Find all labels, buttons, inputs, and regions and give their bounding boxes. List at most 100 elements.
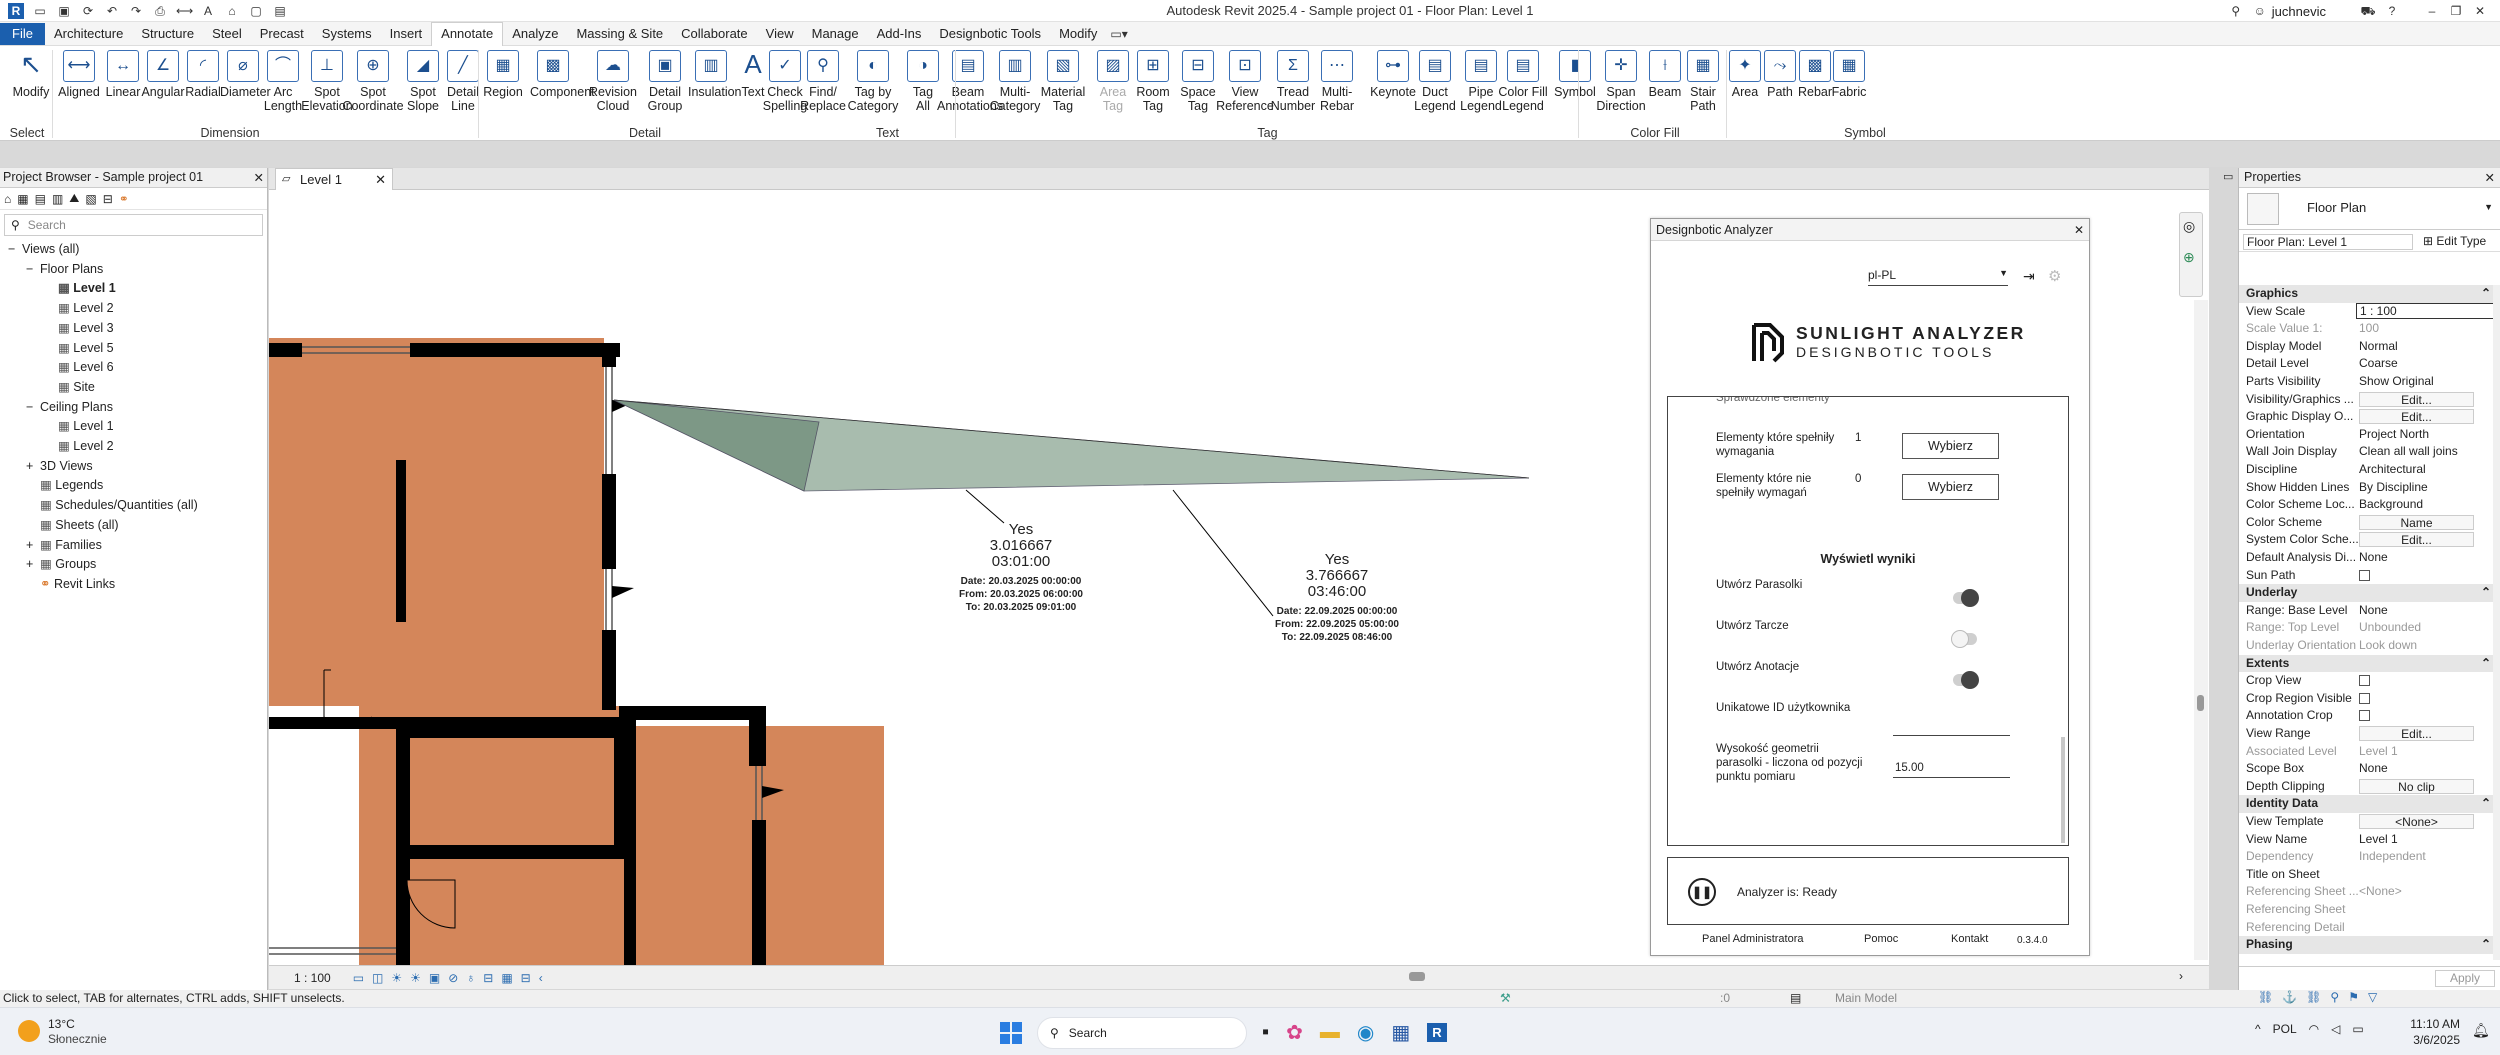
- sun-annotation-2[interactable]: Yes 3.766667 03:46:00 Date: 22.09.2025 0…: [1257, 552, 1417, 644]
- ribbon-insulation-button[interactable]: ▥ Insulation: [688, 50, 742, 99]
- ribbon-group-text[interactable]: Text: [820, 126, 955, 140]
- steering-wheel-icon[interactable]: ◎: [2183, 218, 2199, 235]
- prop-checkbox[interactable]: [2359, 710, 2370, 722]
- prop-group-graphics[interactable]: Graphics ⌃: [2239, 285, 2500, 303]
- menu-structure[interactable]: Structure: [132, 23, 203, 45]
- browser-link-icon[interactable]: ⚭: [119, 192, 129, 206]
- browser-item-sheets-all[interactable]: ▦ Sheets (all): [0, 516, 267, 536]
- prop-value[interactable]: None: [2356, 549, 2498, 566]
- select-meeting-button[interactable]: Wybierz: [1902, 433, 1999, 459]
- browser-search[interactable]: ⚲ Search: [4, 214, 263, 236]
- collapse-icon[interactable]: ⌃: [2481, 285, 2491, 302]
- prop-button[interactable]: Edit...: [2359, 532, 2474, 548]
- ribbon-group-detail[interactable]: Detail: [410, 126, 880, 140]
- menu-designbotic-tools[interactable]: Designbotic Tools: [930, 23, 1050, 45]
- prop-value[interactable]: None: [2356, 760, 2498, 777]
- apply-button[interactable]: Apply: [2435, 970, 2495, 987]
- browser-item-revit-links[interactable]: ⚭ Revit Links: [0, 575, 267, 595]
- ribbon-spot-coordinate-button[interactable]: ⊕ Spot Coordinate: [342, 50, 404, 113]
- type-selector[interactable]: Floor Plan ▼: [2239, 188, 2500, 230]
- battery-icon[interactable]: ▭: [2352, 1022, 2363, 1036]
- prop-value[interactable]: Level 1: [2356, 831, 2498, 848]
- notifications-icon[interactable]: 🔔︎: [2472, 1022, 2490, 1039]
- print-icon[interactable]: ⎙: [152, 3, 168, 19]
- expand-toggle-icon[interactable]: +: [26, 536, 40, 556]
- prop-button[interactable]: Edit...: [2359, 409, 2474, 425]
- browser-item-level-2[interactable]: ▦ Level 2: [0, 299, 267, 319]
- ribbon-group-dimension[interactable]: Dimension: [50, 126, 410, 140]
- open-icon[interactable]: ▭: [32, 3, 48, 19]
- browser-item-groups[interactable]: + ▦ Groups: [0, 555, 267, 575]
- prop-button[interactable]: Edit...: [2359, 726, 2474, 741]
- prop-checkbox[interactable]: [2359, 569, 2370, 581]
- prop-button[interactable]: Name: [2359, 514, 2474, 530]
- room-fill[interactable]: [269, 338, 604, 706]
- input-language[interactable]: POL: [2273, 1022, 2297, 1036]
- 3d-view-icon[interactable]: ⌂: [224, 3, 240, 19]
- minimize-icon[interactable]: –: [2424, 3, 2440, 19]
- contextual-tab-icon[interactable]: ▭▾: [1110, 26, 1127, 42]
- active-model[interactable]: Main Model: [1835, 991, 1897, 1005]
- ribbon-room-tag-button[interactable]: ⊞ Room Tag: [1130, 50, 1176, 113]
- measure-icon[interactable]: ⟷: [176, 3, 193, 19]
- menu-add-ins[interactable]: Add-Ins: [868, 23, 931, 45]
- browser-search-input[interactable]: Search: [28, 218, 66, 232]
- admin-panel-link[interactable]: Panel Administratora: [1702, 933, 1804, 945]
- sunlight-parasol[interactable]: [613, 399, 1530, 492]
- close-icon[interactable]: ✕: [2485, 170, 2495, 185]
- prop-group-extents[interactable]: Extents ⌃: [2239, 654, 2500, 673]
- undo-icon[interactable]: ↶: [104, 3, 120, 19]
- prop-value[interactable]: By Discipline: [2356, 479, 2498, 496]
- browser-groups-icon[interactable]: ▧: [85, 192, 96, 206]
- prop-value[interactable]: Background: [2356, 496, 2498, 513]
- collapse-icon[interactable]: ⌃: [2481, 584, 2491, 601]
- browser-item-3d-views[interactable]: +3D Views: [0, 457, 267, 477]
- collapse-icon[interactable]: ⌃: [2481, 795, 2491, 812]
- prop-checkbox[interactable]: [2359, 675, 2370, 687]
- taskbar-search[interactable]: ⚲ Search: [1037, 1017, 1247, 1049]
- properties-scrollbar[interactable]: [2493, 285, 2500, 960]
- help-icon[interactable]: ?: [2384, 3, 2400, 19]
- menu-architecture[interactable]: Architecture: [45, 23, 132, 45]
- prop-checkbox[interactable]: [2359, 692, 2370, 704]
- sun-annotation-1[interactable]: Yes 3.016667 03:01:00 Date: 20.03.2025 0…: [941, 522, 1101, 614]
- browser-item-legends[interactable]: ▦ Legends: [0, 476, 267, 496]
- browser-sheets-icon[interactable]: ▤: [35, 192, 46, 206]
- browser-item-level-2[interactable]: ▦ Level 2: [0, 437, 267, 457]
- ribbon-component-button[interactable]: ▩ Component: [530, 50, 595, 99]
- ribbon-tag-by-category-button[interactable]: ◐ Tag by Category: [842, 50, 904, 113]
- speaker-icon[interactable]: ◁: [2331, 1022, 2340, 1036]
- collapse-icon[interactable]: ⌃: [2481, 936, 2491, 953]
- gear-icon[interactable]: ⚙: [2048, 267, 2061, 285]
- browser-schedules-icon[interactable]: ▥: [52, 192, 63, 206]
- browser-item-ceiling-plans[interactable]: − Ceiling Plans: [0, 398, 267, 418]
- restore-icon[interactable]: ❐: [2448, 3, 2464, 19]
- user-icon[interactable]: ☺: [2252, 3, 2268, 19]
- close-icon[interactable]: ✕: [254, 170, 264, 185]
- tab-menu-icon[interactable]: ▭: [2223, 170, 2233, 183]
- ribbon-material-tag-button[interactable]: ▧ Material Tag: [1032, 50, 1094, 113]
- ribbon-detail-group-button[interactable]: ▣ Detail Group: [634, 50, 696, 113]
- copilot-icon[interactable]: ✿: [1286, 1020, 1303, 1045]
- close-icon[interactable]: ✕: [2074, 223, 2084, 237]
- instance-filter[interactable]: Floor Plan: Level 1: [2243, 234, 2413, 250]
- toggle-annotations[interactable]: [1953, 671, 1979, 689]
- browser-item-schedules-quantities-all[interactable]: ▦ Schedules/Quantities (all): [0, 496, 267, 516]
- ribbon-group-tag[interactable]: Tag: [955, 126, 1580, 140]
- prop-button[interactable]: No clip: [2359, 778, 2474, 794]
- ribbon-modify-button[interactable]: ↖ Modify: [8, 50, 54, 100]
- cart-icon[interactable]: ⛟: [2360, 3, 2376, 19]
- menu-modify[interactable]: Modify: [1050, 23, 1106, 45]
- expand-toggle-icon[interactable]: −: [26, 398, 40, 418]
- task-view-icon[interactable]: ▪: [1262, 1021, 1269, 1044]
- ribbon-color-fill-legend-button[interactable]: ▤ Color Fill Legend: [1492, 50, 1554, 113]
- prop-group-identity-data[interactable]: Identity Data ⌃: [2239, 795, 2500, 813]
- ribbon-group-symbol[interactable]: Symbol: [1730, 126, 2000, 140]
- menu-precast[interactable]: Precast: [251, 23, 313, 45]
- browser-home-icon[interactable]: ⌂: [4, 192, 11, 206]
- weather-desc[interactable]: Słonecznie: [48, 1032, 107, 1046]
- prop-value[interactable]: Normal: [2356, 338, 2498, 355]
- prop-value[interactable]: Clean all wall joins: [2356, 443, 2498, 460]
- expand-toggle-icon[interactable]: +: [26, 457, 40, 477]
- close-hidden-icon[interactable]: ▢: [248, 3, 264, 19]
